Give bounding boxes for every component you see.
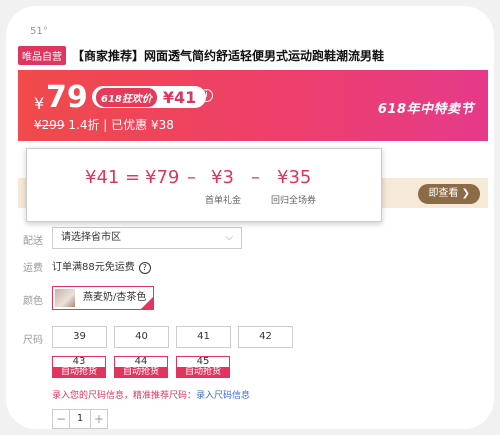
info-icon[interactable]: i [200,89,213,102]
saved-text: | 已优惠 ¥38 [103,118,174,132]
size-number: 45 [196,356,210,367]
price-breakdown-popover: ¥41 = ¥79 – ¥3 首单礼金 – ¥35 回归全场券 [26,148,382,222]
equals-sign: = [125,167,141,188]
increment-button[interactable]: + [91,410,107,428]
help-icon[interactable]: ? [138,262,151,274]
decrement-button[interactable]: − [53,410,69,428]
delivery-label: 配送 [23,236,43,247]
minus-sign: – [187,167,196,188]
size-option-42[interactable]: 42 [238,326,293,348]
promo-price-pill: 618狂欢价 ¥41 [92,86,207,108]
auto-grab-tag: 自动抢货 [115,367,167,377]
temperature-partial: 51° [30,26,48,37]
promo-price: ¥41 [162,87,197,107]
breakdown-base: ¥79 [145,167,180,188]
shipping-info: 订单满88元免运费? [52,258,151,274]
quantity-input[interactable]: 1 [69,410,91,428]
first-order-label: 首单礼金 [205,196,242,206]
view-now-button[interactable]: 即查看 ❯ [418,184,480,204]
product-card: 51° 唯品自营 【商家推荐】网面透气简约舒适轻便男式运动跑鞋潮流男鞋 ¥ 79… [6,6,494,429]
price-currency: ¥ [34,94,45,113]
color-option-selected[interactable]: 燕麦奶/杏茶色 ✓ [52,286,154,310]
minus-sign: – [251,167,260,188]
quantity-stepper: − 1 + [52,409,108,429]
check-icon: ✓ [146,295,152,303]
size-option-44[interactable]: 44 自动抢货 [114,356,168,378]
promo-label: 618狂欢价 [96,87,157,107]
shipping-label: 运费 [23,263,43,274]
auto-grab-tag: 自动抢货 [53,367,105,377]
color-label: 颜色 [23,296,43,307]
title-row: 唯品自营 【商家推荐】网面透气简约舒适轻便男式运动跑鞋潮流男鞋 [18,45,488,65]
auto-grab-tag: 自动抢货 [177,367,229,377]
color-swatch-image [55,289,75,307]
enter-size-link[interactable]: 录入尺码信息 [196,391,250,401]
return-coupon-label: 回归全场券 [271,196,317,206]
size-label: 尺码 [23,335,43,346]
region-placeholder: 请选择省市区 [61,232,121,243]
shipping-text: 订单满88元免运费 [52,262,135,273]
first-order-value: ¥3 [211,167,234,188]
size-number: 44 [134,356,148,367]
breakdown-result: ¥41 [85,167,120,188]
festival-label: 618年中特卖节 [377,102,474,117]
original-price: ¥299 [34,118,65,132]
size-option-41[interactable]: 41 [176,326,231,348]
size-option-43[interactable]: 43 自动抢货 [52,356,106,378]
product-title: 【商家推荐】网面透气简约舒适轻便男式运动跑鞋潮流男鞋 [72,48,385,63]
original-price-line: ¥299 1.4折 | 已优惠 ¥38 [34,116,174,133]
region-select[interactable]: 请选择省市区 ⌵ [52,227,242,249]
chevron-down-icon: ⌵ [225,232,233,243]
size-option-39[interactable]: 39 [52,326,107,348]
size-option-40[interactable]: 40 [114,326,169,348]
discount-text: 1.4折 [68,118,100,132]
current-price: 79 [46,80,88,115]
price-banner: ¥ 79 618狂欢价 ¥41 i ¥299 1.4折 | 已优惠 ¥38 61… [18,70,488,141]
vip-self-operated-badge: 唯品自营 [18,45,66,65]
size-tip: 录入您的尺码信息，精准推荐尺码：录入尺码信息 [52,388,250,401]
size-number: 43 [72,356,86,367]
size-tip-text: 录入您的尺码信息，精准推荐尺码： [52,391,197,401]
return-coupon-value: ¥35 [277,167,312,188]
color-option-label: 燕麦奶/杏茶色 [83,292,147,303]
size-option-45[interactable]: 45 自动抢货 [176,356,230,378]
